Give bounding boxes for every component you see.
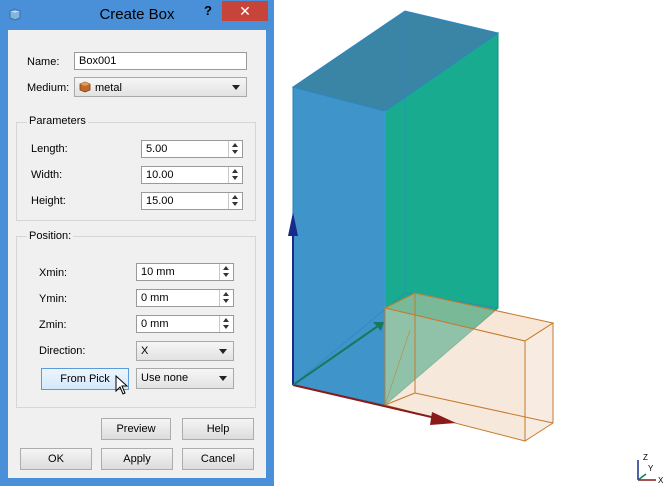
spin-arrows-icon[interactable] — [219, 316, 233, 332]
parameters-title: Parameters — [27, 115, 88, 127]
preview-box — [383, 292, 555, 442]
preview-button[interactable]: Preview — [101, 418, 171, 440]
direction-label: Direction: — [39, 345, 86, 357]
ymin-spinbox[interactable]: 0 mm — [136, 289, 234, 307]
position-title: Position: — [27, 230, 74, 242]
ymin-label: Ymin: — [39, 293, 68, 305]
triad-x-label: X — [658, 476, 664, 485]
use-none-select[interactable]: Use none — [136, 368, 234, 389]
create-box-dialog: Create Box ? ✕ Name: Box001 Medium: meta… — [0, 0, 274, 486]
medium-label: Medium: — [27, 82, 70, 94]
xmin-label: Xmin: — [39, 267, 68, 279]
zmin-label: Zmin: — [39, 319, 67, 331]
length-label: Length: — [31, 143, 68, 155]
triad-z-label: Z — [643, 453, 648, 462]
apply-button[interactable]: Apply — [101, 448, 173, 470]
chevron-down-icon — [219, 349, 227, 354]
orientation-triad: Z Y X — [637, 453, 664, 485]
height-value: 15.00 — [146, 195, 174, 207]
chevron-down-icon — [219, 376, 227, 381]
chevron-down-icon — [232, 85, 240, 90]
spin-arrows-icon[interactable] — [228, 193, 242, 209]
triad-y-label: Y — [648, 464, 654, 473]
width-spinbox[interactable]: 10.00 — [141, 166, 243, 184]
tall-box-left-face — [292, 86, 386, 406]
spin-arrows-icon[interactable] — [228, 167, 242, 183]
zmin-value: 0 mm — [141, 318, 169, 330]
xmin-value: 10 mm — [141, 266, 175, 278]
height-spinbox[interactable]: 15.00 — [141, 192, 243, 210]
cancel-button[interactable]: Cancel — [182, 448, 254, 470]
metal-cube-icon — [79, 81, 91, 93]
width-label: Width: — [31, 169, 63, 181]
direction-select[interactable]: X — [136, 341, 234, 361]
3d-viewport[interactable] — [276, 0, 666, 488]
height-label: Height: — [31, 195, 66, 207]
name-field[interactable]: Box001 — [74, 52, 247, 70]
close-button[interactable]: ✕ — [222, 1, 268, 21]
medium-value: metal — [95, 82, 122, 94]
width-value: 10.00 — [146, 169, 174, 181]
spin-arrows-icon[interactable] — [228, 141, 242, 157]
length-value: 5.00 — [146, 143, 168, 155]
medium-select[interactable]: metal — [74, 77, 247, 97]
dialog-body: Name: Box001 Medium: metal Parameters Le… — [8, 30, 266, 478]
spin-arrows-icon[interactable] — [219, 290, 233, 306]
ymin-value: 0 mm — [141, 292, 169, 304]
title-bar[interactable]: Create Box ? ✕ — [0, 0, 274, 30]
ok-button[interactable]: OK — [20, 448, 92, 470]
zmin-spinbox[interactable]: 0 mm — [136, 315, 234, 333]
mouse-cursor-icon — [115, 375, 129, 395]
use-none-value: Use none — [141, 372, 189, 384]
length-spinbox[interactable]: 5.00 — [141, 140, 243, 158]
name-label: Name: — [27, 56, 60, 68]
direction-value: X — [141, 345, 149, 357]
help-title-button[interactable]: ? — [198, 2, 218, 20]
help-button[interactable]: Help — [182, 418, 254, 440]
xmin-spinbox[interactable]: 10 mm — [136, 263, 234, 281]
spin-arrows-icon[interactable] — [219, 264, 233, 280]
